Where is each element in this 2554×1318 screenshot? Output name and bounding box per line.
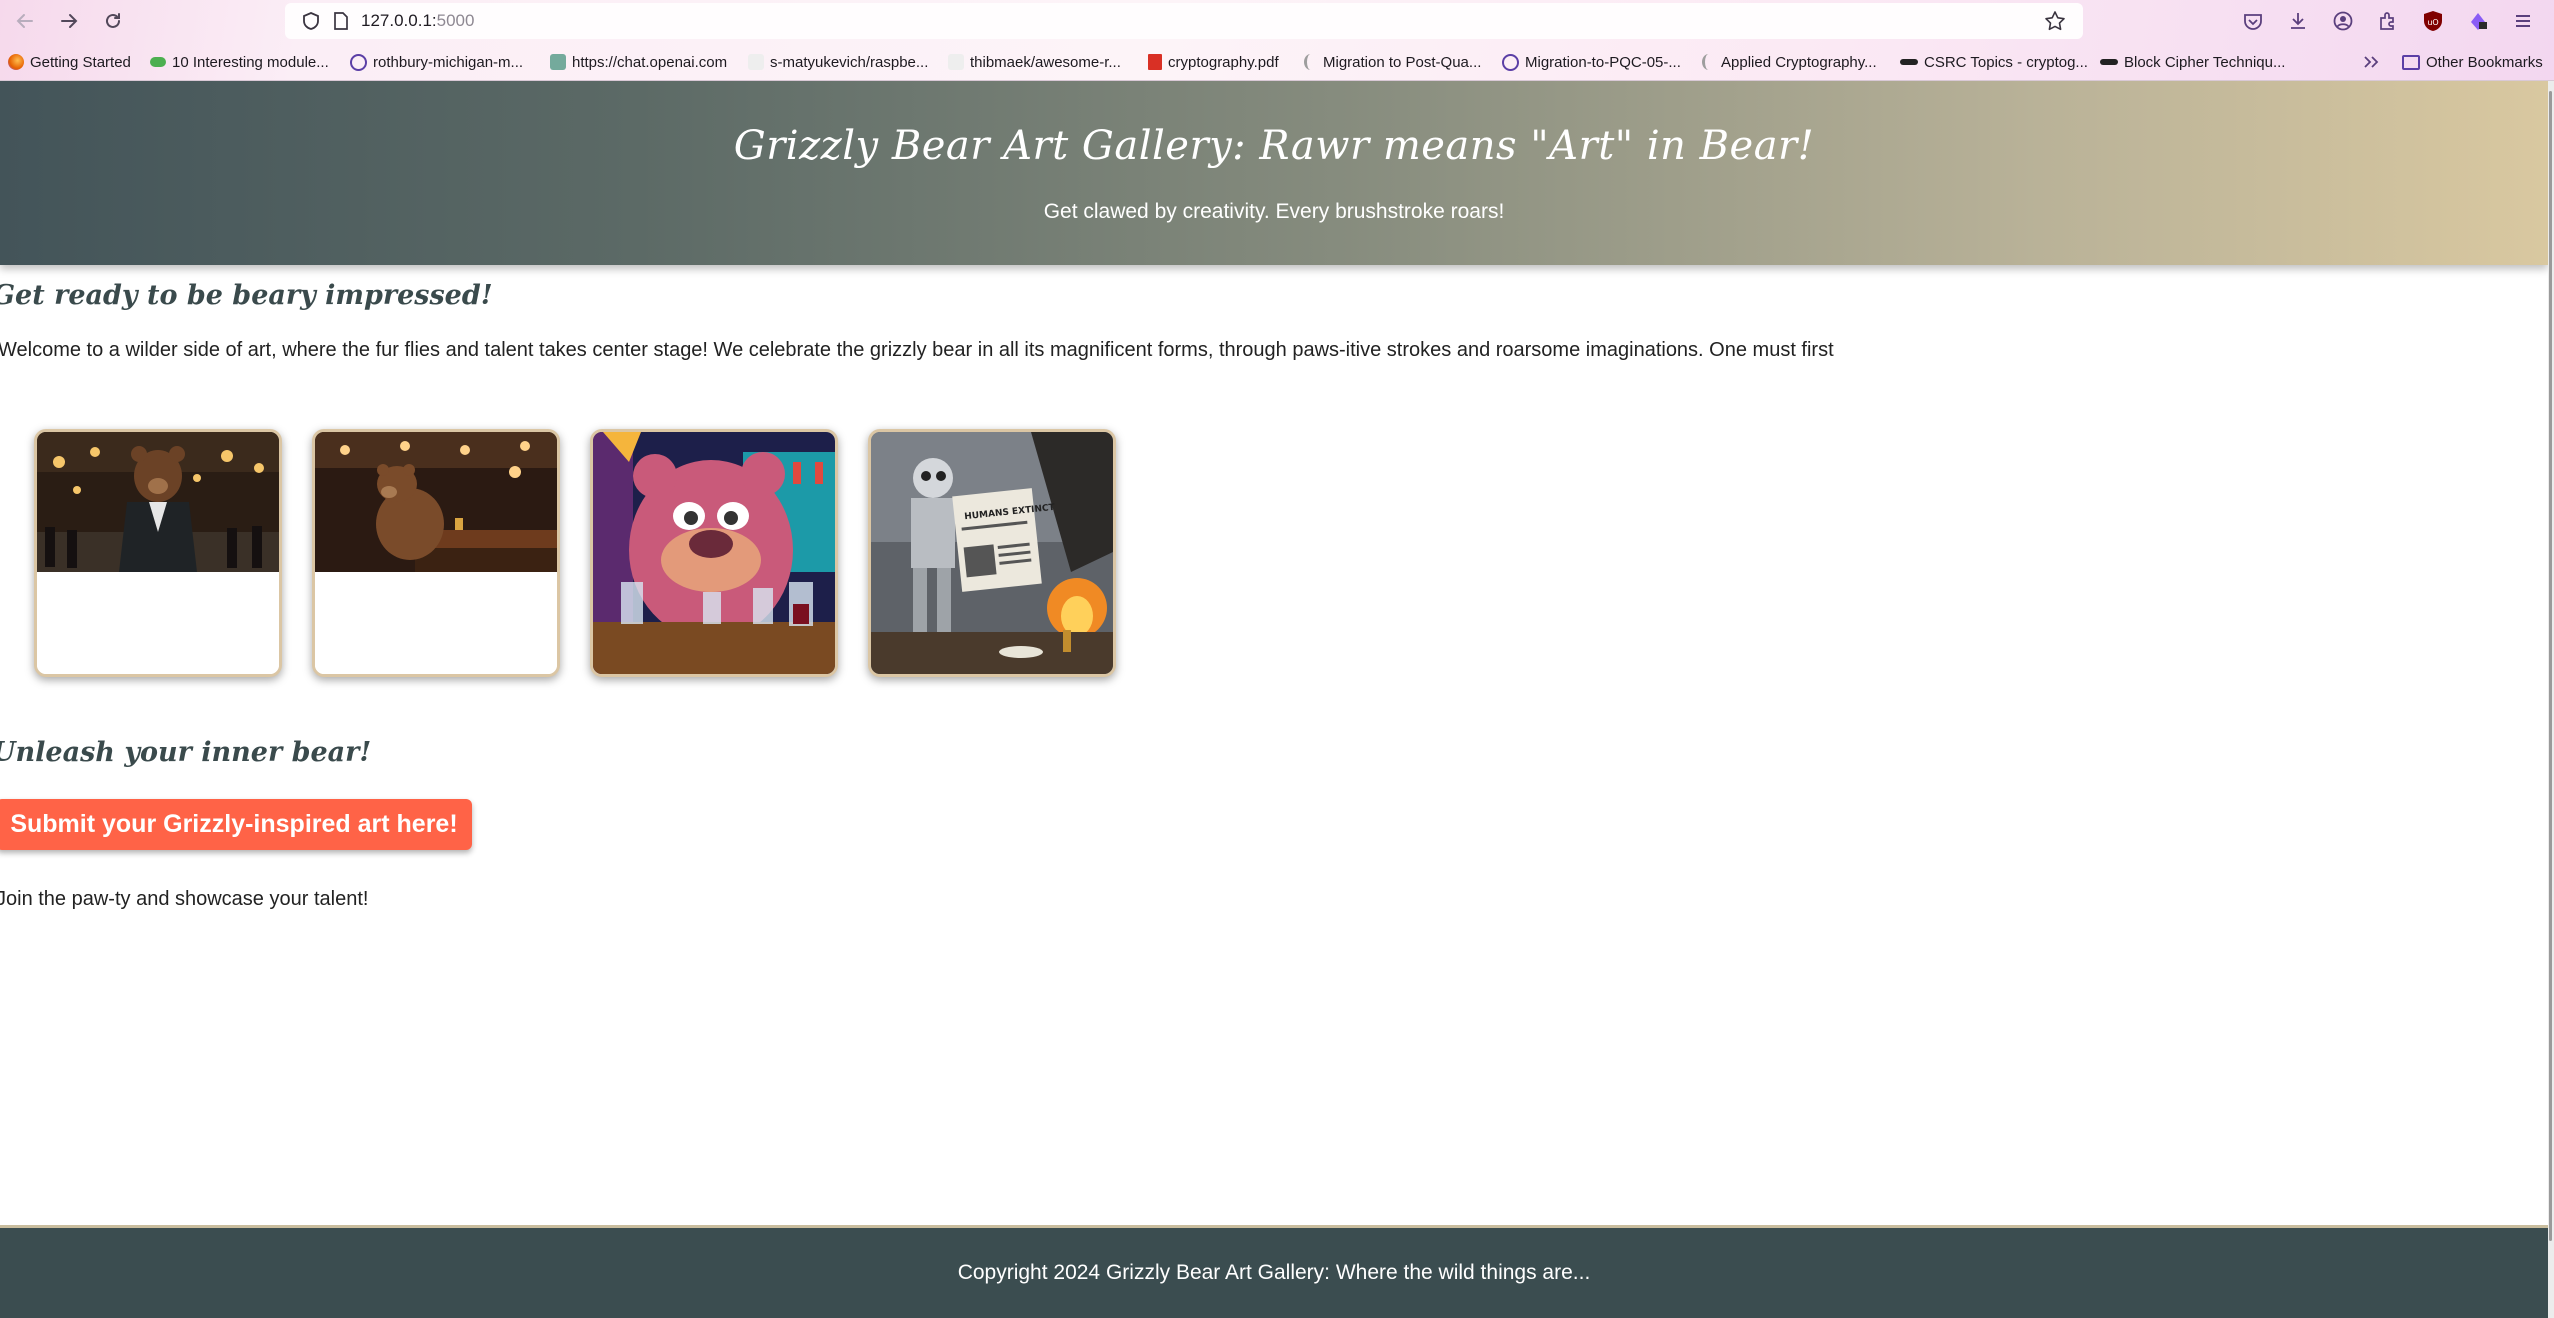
gallery-card[interactable]: HUMANS EXTINCT [868,429,1116,677]
bookmarks-toolbar: Getting Started 10 Interesting module...… [0,48,2554,76]
bookmark-item[interactable]: Migration-to-PQC-05-... [1502,50,1681,74]
bookmark-item[interactable]: Getting Started [8,50,131,74]
bookmark-item[interactable]: cryptography.pdf [1148,50,1279,74]
bookmark-item[interactable]: Block Cipher Techniqu... [2100,50,2285,74]
extensions-icon[interactable] [2371,4,2405,38]
bookmark-item[interactable]: Migration to Post-Qua... [1304,50,1481,74]
gallery-card[interactable] [312,429,560,677]
bookmark-item[interactable]: s-matyukevich/raspbe... [748,50,928,74]
bookmark-star-icon[interactable] [2037,3,2073,39]
bookmark-item[interactable]: thibmaek/awesome-r... [948,50,1121,74]
openai-icon [550,54,566,70]
globe-icon [1502,53,1519,71]
intro-heading: Get ready to be beary impressed! [0,280,493,311]
scrollbar-thumb[interactable] [2549,91,2552,1241]
browser-chrome: 127.0.0.1:5000 uO Getting Started 10 Int… [0,0,2554,81]
site-header: Grizzly Bear Art Gallery: Rawr means "Ar… [0,81,2548,265]
bookmark-item[interactable]: Applied Cryptography... [1702,50,1877,74]
crescent-icon [1304,54,1317,70]
bear-at-bar-image [315,432,557,674]
bookmarks-overflow-button[interactable] [2362,50,2382,74]
download-icon[interactable] [2281,4,2315,38]
submit-art-button[interactable]: Submit your Grizzly-inspired art here! [0,799,472,850]
cartoon-bear-image [593,432,835,674]
bookmark-item[interactable]: rothbury-michigan-m... [350,50,523,74]
site-footer: Copyright 2024 Grizzly Bear Art Gallery:… [0,1225,2548,1318]
back-arrow-icon [16,14,33,28]
url-port: 5000 [436,11,475,30]
join-text: Join the paw-ty and showcase your talent… [0,888,369,910]
bookmark-item[interactable]: CSRC Topics - cryptog... [1900,50,2088,74]
folder-icon [2402,54,2420,70]
extension-lock-icon[interactable] [2461,4,2495,38]
address-bar[interactable]: 127.0.0.1:5000 [285,3,2083,39]
submit-heading: Unleash your inner bear! [0,737,372,768]
double-chevron-icon [2364,56,2379,68]
site-title: Grizzly Bear Art Gallery: Rawr means "Ar… [733,123,1815,169]
account-icon[interactable] [2326,4,2360,38]
reload-icon [106,13,120,28]
forward-button[interactable] [52,4,86,38]
page-viewport: Grizzly Bear Art Gallery: Rawr means "Ar… [0,81,2548,1318]
bookmark-item[interactable]: 10 Interesting module... [150,50,329,74]
footer-text: Copyright 2024 Grizzly Bear Art Gallery:… [957,1261,1591,1284]
page-scrollbar[interactable] [2548,81,2554,1318]
pdf-icon [1148,54,1162,70]
crescent-icon [1702,54,1715,70]
reload-button[interactable] [96,4,130,38]
url-host: 127.0.0.1: [361,11,437,30]
module-icon [150,57,166,67]
site-tagline: Get clawed by creativity. Every brushstr… [1043,200,1505,223]
robot-newspaper-image: HUMANS EXTINCT [871,432,1113,674]
globe-icon [350,53,367,71]
svg-text:uO: uO [2427,18,2438,27]
page-info-icon[interactable] [323,3,359,39]
nist-icon [2100,59,2118,65]
intro-text: Welcome to a wilder side of art, where t… [0,339,1834,361]
pocket-icon[interactable] [2236,4,2270,38]
page-icon [748,54,764,70]
other-bookmarks[interactable]: Other Bookmarks [2402,50,2543,74]
menu-icon[interactable] [2506,4,2540,38]
nist-icon [1900,59,1918,65]
bear-in-suit-image [37,432,279,674]
ublock-icon[interactable]: uO [2416,4,2450,38]
forward-arrow-icon [61,14,78,28]
firefox-icon [8,54,24,70]
back-button[interactable] [8,4,42,38]
page-icon [948,54,964,70]
bookmark-item[interactable]: https://chat.openai.com [550,50,727,74]
gallery-card[interactable] [590,429,838,677]
url-text[interactable]: 127.0.0.1:5000 [361,11,474,31]
gallery-card[interactable] [34,429,282,677]
